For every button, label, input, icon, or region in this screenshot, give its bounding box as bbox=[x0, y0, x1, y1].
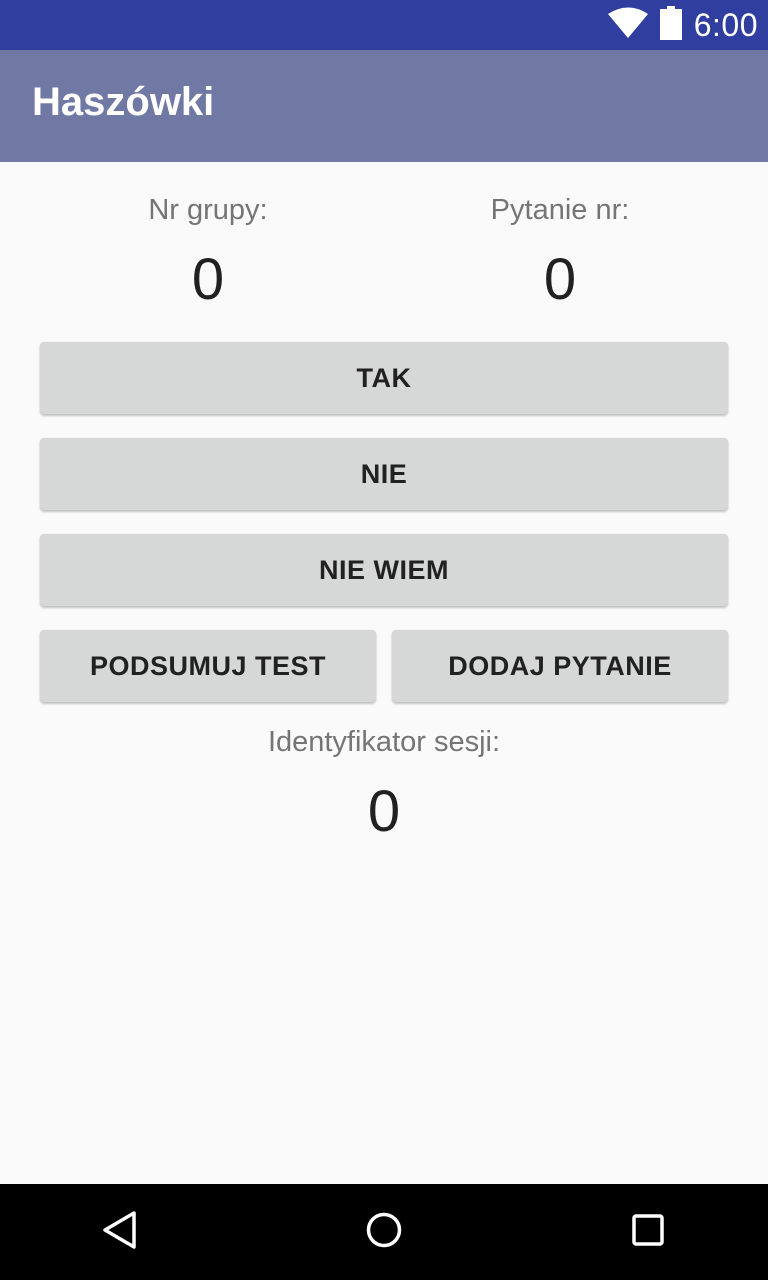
home-icon bbox=[364, 1210, 404, 1255]
home-button[interactable] bbox=[324, 1184, 444, 1280]
add-question-button[interactable]: DODAJ PYTANIE bbox=[392, 630, 728, 702]
main-content: Nr grupy: 0 Pytanie nr: 0 TAK NIE NIE WI… bbox=[0, 162, 768, 1184]
recents-button[interactable] bbox=[588, 1184, 708, 1280]
app-bar: Haszówki bbox=[0, 50, 768, 162]
question-number-label: Pytanie nr: bbox=[490, 194, 630, 226]
summarize-test-button[interactable]: PODSUMUJ TEST bbox=[40, 630, 376, 702]
no-button[interactable]: NIE bbox=[40, 438, 728, 510]
group-number-label: Nr grupy: bbox=[148, 194, 268, 226]
app-title: Haszówki bbox=[32, 80, 215, 124]
back-icon bbox=[100, 1210, 140, 1255]
session-id-label: Identyfikator sesji: bbox=[267, 726, 501, 758]
battery-icon bbox=[659, 5, 682, 45]
yes-button[interactable]: TAK bbox=[40, 342, 728, 414]
navigation-bar bbox=[0, 1184, 768, 1280]
group-number-value: 0 bbox=[191, 247, 225, 312]
wifi-icon bbox=[607, 7, 648, 44]
back-button[interactable] bbox=[60, 1184, 180, 1280]
status-bar: 6:00 bbox=[0, 0, 768, 50]
recents-icon bbox=[628, 1210, 668, 1255]
status-time: 6:00 bbox=[693, 6, 758, 43]
dont-know-button[interactable]: NIE WIEM bbox=[40, 534, 728, 606]
session-id-value: 0 bbox=[367, 779, 401, 844]
status-icons: 6:00 bbox=[607, 0, 758, 50]
question-number-value: 0 bbox=[543, 247, 577, 312]
